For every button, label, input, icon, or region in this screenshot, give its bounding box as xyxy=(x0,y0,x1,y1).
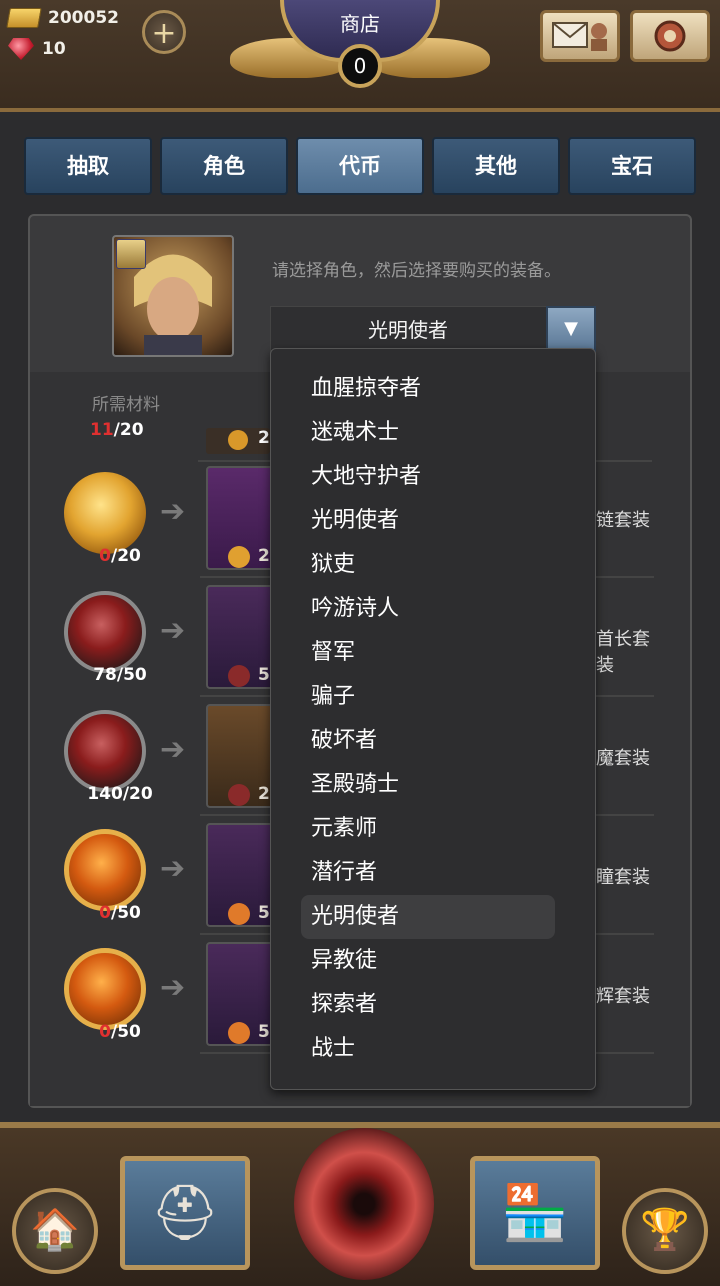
token-icon xyxy=(228,665,250,687)
ruby-icon xyxy=(8,38,34,60)
tab-tokens[interactable]: 代币 xyxy=(296,137,424,195)
dropdown-option[interactable]: 光明使者 xyxy=(311,499,551,543)
material-qty: 0/50 xyxy=(99,903,141,923)
material-qty: 0/50 xyxy=(99,1022,141,1042)
settings-icon xyxy=(654,20,686,52)
set-name: 辉套装 xyxy=(596,986,650,1007)
set-name: 魔套装 xyxy=(596,748,650,769)
dropdown-option[interactable]: 狱吏 xyxy=(311,543,551,587)
settings-button[interactable] xyxy=(630,10,710,62)
arrow-right-icon: ➔ xyxy=(160,851,186,886)
character-dropdown-list[interactable]: 血腥掠夺者 迷魂术士 大地守护者 光明使者 狱吏 吟游诗人 督军 骗子 破坏者 … xyxy=(270,348,596,1090)
add-currency-button[interactable]: + xyxy=(142,10,186,54)
market-button[interactable]: 🏪 xyxy=(470,1156,600,1270)
portal-button[interactable] xyxy=(294,1128,434,1280)
red-token-icon xyxy=(64,710,146,792)
dropdown-option[interactable]: 迷魂术士 xyxy=(311,411,551,455)
shield-badge-icon xyxy=(116,239,146,269)
material-qty: 0/20 xyxy=(99,546,141,566)
heroes-button[interactable]: ⛑ xyxy=(120,1156,250,1270)
shop-counter: 0 xyxy=(338,44,382,88)
token-icon xyxy=(228,784,250,806)
token-icon xyxy=(228,903,250,925)
item-cost: 2 xyxy=(258,546,270,566)
dropdown-option[interactable]: 战士 xyxy=(311,1027,551,1071)
helmet-icon: ⛑ xyxy=(150,1181,220,1244)
tab-other[interactable]: 其他 xyxy=(432,137,560,195)
token-icon xyxy=(228,546,250,568)
dropdown-option[interactable]: 圣殿骑士 xyxy=(311,763,551,807)
partial-row-qty: 11/20 xyxy=(90,420,144,440)
arrow-right-icon: ➔ xyxy=(160,494,186,529)
gold-amount: 200052 xyxy=(48,8,119,28)
home-button[interactable]: 🏠 xyxy=(12,1188,98,1274)
set-name: 首长套装 xyxy=(596,629,650,676)
page-title: 商店 xyxy=(340,12,380,36)
arrow-right-icon: ➔ xyxy=(160,732,186,767)
materials-header: 所需材料 xyxy=(92,395,160,415)
gold-token-icon xyxy=(64,472,146,554)
item-cost: 2 xyxy=(258,784,270,804)
tab-gems[interactable]: 宝石 xyxy=(568,137,696,195)
dropdown-arrow-icon: ▼ xyxy=(564,318,578,339)
trophy-icon: 🏆 xyxy=(640,1207,690,1253)
item-cost: 5 xyxy=(258,1022,270,1042)
dropdown-option[interactable]: 潜行者 xyxy=(311,851,551,895)
orange-token-icon xyxy=(64,829,146,911)
gem-display: 10 xyxy=(8,38,66,60)
mail-icon xyxy=(552,22,607,51)
token-icon xyxy=(228,1022,250,1044)
arrow-right-icon: ➔ xyxy=(160,613,186,648)
trophy-button[interactable]: 🏆 xyxy=(622,1188,708,1274)
instruction-text: 请选择角色，然后选择要购买的装备。 xyxy=(272,261,561,281)
arrow-right-icon: ➔ xyxy=(160,970,186,1005)
red-token-icon xyxy=(64,591,146,673)
dropdown-option[interactable]: 破坏者 xyxy=(311,719,551,763)
material-qty: 140/20 xyxy=(87,784,153,804)
selected-character: 光明使者 xyxy=(368,318,448,342)
dropdown-option[interactable]: 督军 xyxy=(311,631,551,675)
gold-bar-icon xyxy=(6,8,42,28)
dropdown-option[interactable]: 元素师 xyxy=(311,807,551,851)
set-name: 瞳套装 xyxy=(596,867,650,888)
home-icon: 🏠 xyxy=(30,1207,80,1253)
tab-characters[interactable]: 角色 xyxy=(160,137,288,195)
plus-icon: + xyxy=(151,16,177,51)
material-qty: 78/50 xyxy=(93,665,147,685)
dropdown-option[interactable]: 大地守护者 xyxy=(311,455,551,499)
gold-display: 200052 xyxy=(6,8,119,28)
item-cost: 5 xyxy=(258,903,270,923)
dropdown-option[interactable]: 血腥掠夺者 xyxy=(311,367,551,411)
dropdown-option[interactable]: 骗子 xyxy=(311,675,551,719)
token-icon xyxy=(228,430,248,450)
dropdown-option[interactable]: 异教徒 xyxy=(311,939,551,983)
dropdown-option[interactable]: 吟游诗人 xyxy=(311,587,551,631)
orange-token-icon xyxy=(64,948,146,1030)
tab-draw[interactable]: 抽取 xyxy=(24,137,152,195)
item-cost: 2 xyxy=(258,428,270,448)
gem-amount: 10 xyxy=(42,39,66,59)
item-cost: 5 xyxy=(258,665,270,685)
mail-button[interactable] xyxy=(540,10,620,62)
market-icon: 🏪 xyxy=(501,1181,569,1244)
header-crest: 商店 0 xyxy=(230,0,490,96)
dropdown-option[interactable]: 探索者 xyxy=(311,983,551,1027)
dropdown-option-selected[interactable]: 光明使者 xyxy=(301,895,555,939)
set-name: 链套装 xyxy=(596,510,650,531)
dropdown-button[interactable]: ▼ xyxy=(546,306,596,352)
